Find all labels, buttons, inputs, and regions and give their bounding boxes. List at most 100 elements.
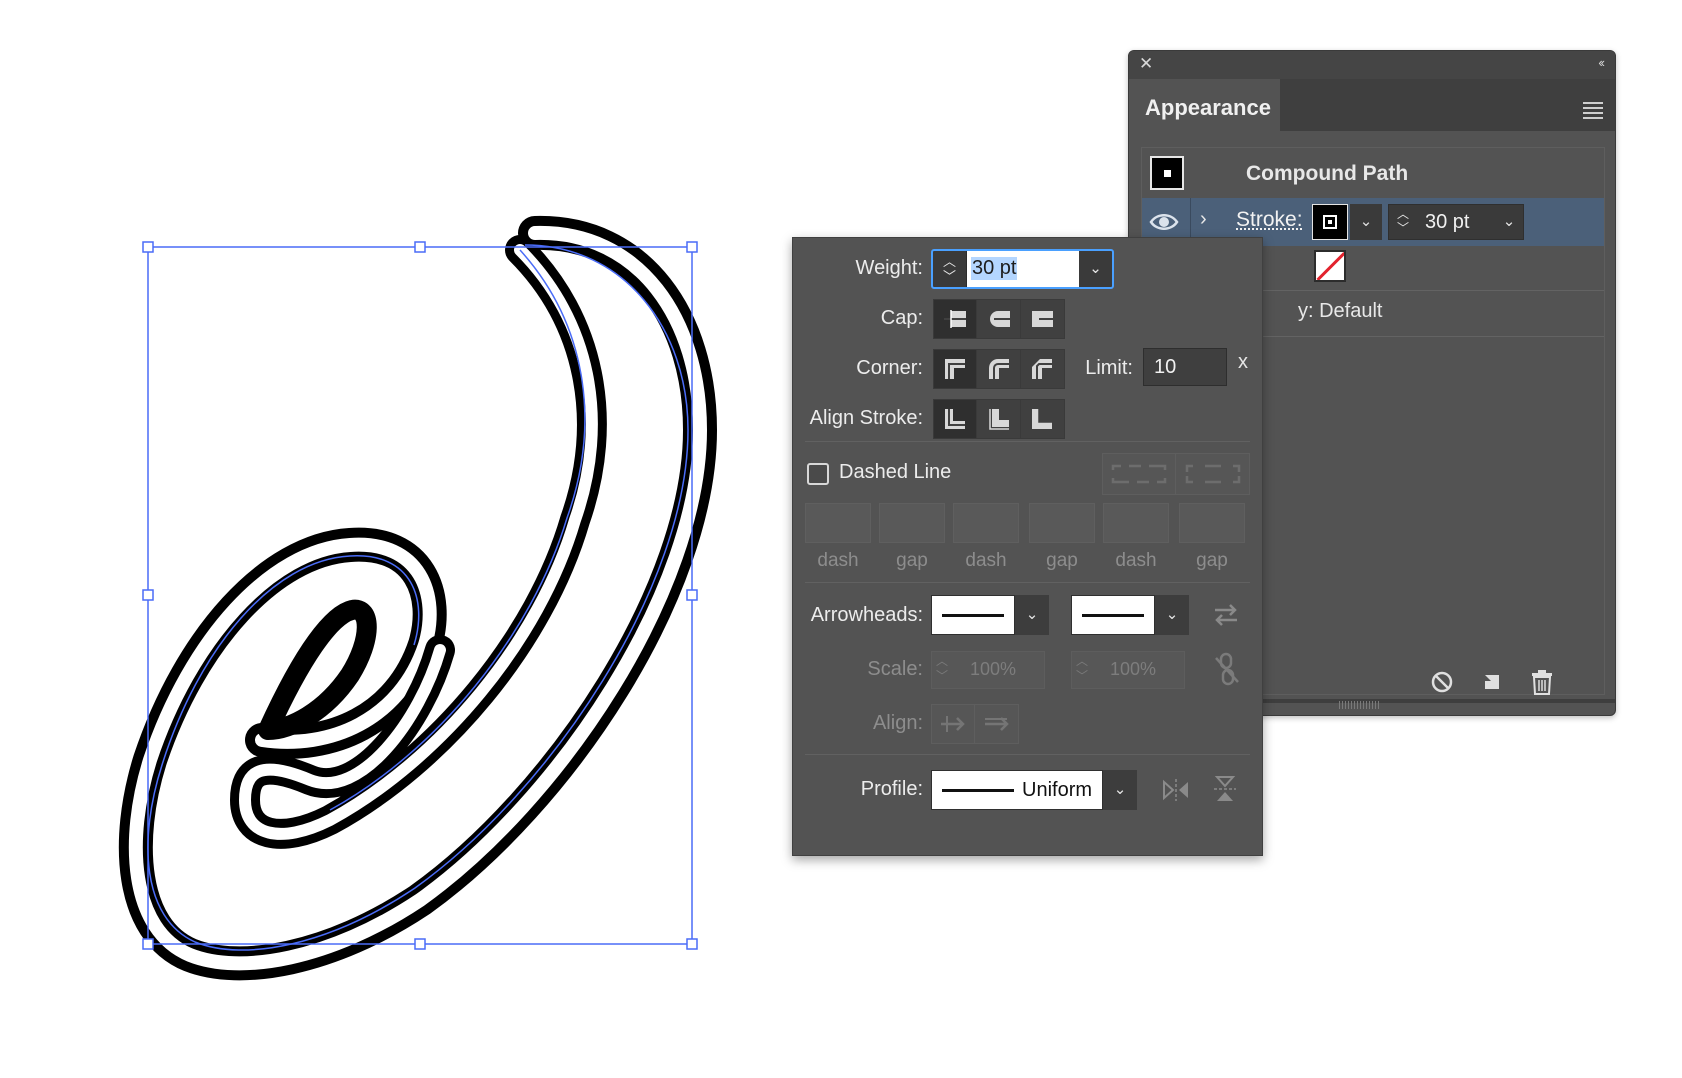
stroke-link-label[interactable]: Stroke: <box>1236 208 1303 232</box>
weight-input[interactable]: 30 pt <box>967 251 1079 287</box>
align-center-icon <box>945 409 966 429</box>
dash-label: dash <box>1115 550 1157 571</box>
miter-join-button[interactable] <box>934 350 978 388</box>
weight-field[interactable]: ︿ ﹀ 30 pt ⌄ <box>931 249 1114 289</box>
swap-arrowheads-icon[interactable] <box>1211 600 1241 630</box>
align-outside-button[interactable] <box>1021 400 1064 438</box>
gap-input-3[interactable] <box>1179 503 1245 543</box>
gap-label: gap <box>1196 550 1228 571</box>
dash-input-3[interactable] <box>1103 503 1169 543</box>
profile-value[interactable]: Uniform <box>1022 779 1092 802</box>
scale-label: Scale: <box>867 658 923 680</box>
projecting-cap-icon <box>1032 311 1054 327</box>
dash-input-1[interactable] <box>805 503 871 543</box>
cap-button-group <box>933 299 1065 339</box>
handle-top-right <box>686 241 698 253</box>
place-arrow-button[interactable] <box>975 705 1018 743</box>
handle-bottom-right <box>686 938 698 950</box>
profile-select[interactable]: Uniform <box>931 770 1103 810</box>
chevron-down-icon[interactable]: ⌄ <box>1103 770 1137 810</box>
chevron-right-icon[interactable]: › <box>1200 208 1207 231</box>
stroke-weight-field[interactable]: ︿ ﹀ 30 pt ⌄ <box>1388 204 1524 240</box>
flip-along-icon[interactable] <box>1161 776 1191 804</box>
limit-label: Limit: <box>1085 357 1133 379</box>
cap-label: Cap: <box>880 307 923 329</box>
start-scale-field[interactable]: ︿ ﹀ 100% <box>931 651 1045 689</box>
limit-suffix: x <box>1238 351 1248 373</box>
chevron-down-icon[interactable]: ⌄ <box>1350 204 1382 240</box>
align-outside-icon <box>1032 409 1053 429</box>
stepper-icon[interactable]: ︿ ﹀ <box>936 654 948 684</box>
stepper-icon[interactable]: ︿ ﹀ <box>1076 654 1088 684</box>
chevron-down-icon[interactable]: ⌄ <box>1079 251 1112 287</box>
tab-label: Appearance <box>1145 95 1271 120</box>
compound-path-artwork[interactable] <box>118 215 717 981</box>
dashed-line-label[interactable]: Dashed Line <box>839 461 951 484</box>
start-scale-value[interactable]: 100% <box>970 659 1016 680</box>
handle-top-left <box>142 241 154 253</box>
stepper-icon[interactable]: ︿ ﹀ <box>1395 207 1411 235</box>
dash-label: dash <box>817 550 859 571</box>
start-arrowhead-select[interactable] <box>931 595 1015 635</box>
chevron-down-icon[interactable]: ⌄ <box>1493 205 1525 239</box>
extend-arrow-button[interactable] <box>932 705 976 743</box>
dashed-line-checkbox[interactable] <box>807 463 829 485</box>
align-stroke-label: Align Stroke: <box>809 407 923 429</box>
butt-cap-button[interactable] <box>934 300 978 338</box>
align-dash-corners-icon <box>1185 464 1240 484</box>
stroke-options-popover: Weight: ︿ ﹀ 30 pt ⌄ Cap: Corner: Limit: … <box>792 237 1263 856</box>
dash-label: dash <box>965 550 1007 571</box>
preserve-dash-button[interactable] <box>1103 454 1176 494</box>
butt-cap-icon <box>944 310 967 328</box>
panel-titlebar[interactable] <box>1129 51 1615 79</box>
fill-none-swatch[interactable] <box>1314 250 1346 282</box>
round-cap-icon <box>989 311 1010 327</box>
handle-middle-right <box>686 589 698 601</box>
gap-label: gap <box>1046 550 1078 571</box>
resize-grip-icon[interactable] <box>1339 701 1379 709</box>
round-cap-button[interactable] <box>977 300 1021 338</box>
gap-input-2[interactable] <box>1029 503 1095 543</box>
close-icon[interactable]: ✕ <box>1139 54 1153 74</box>
end-scale-field[interactable]: ︿ ﹀ 100% <box>1071 651 1185 689</box>
panel-menu-icon[interactable] <box>1583 99 1603 122</box>
handle-bottom-middle <box>414 938 426 950</box>
weight-stepper-icon[interactable]: ︿ ﹀ <box>933 251 967 287</box>
arrowheads-label: Arrowheads: <box>810 604 923 626</box>
align-inside-button[interactable] <box>977 400 1021 438</box>
align-dash-corners-button[interactable] <box>1176 454 1249 494</box>
opacity-row-label[interactable]: y: Default <box>1298 300 1382 323</box>
gap-label: gap <box>896 550 928 571</box>
weight-value[interactable]: 30 pt <box>971 257 1018 280</box>
chevron-down-icon[interactable]: ⌄ <box>1155 595 1189 635</box>
arrow-align-group <box>931 704 1019 744</box>
align-center-button[interactable] <box>934 400 978 438</box>
unlink-scale-icon[interactable] <box>1213 652 1241 686</box>
handle-middle-left <box>142 589 154 601</box>
eye-icon[interactable] <box>1148 208 1180 236</box>
weight-label: Weight: <box>855 257 923 279</box>
place-arrow-icon <box>984 717 1009 731</box>
handle-bottom-left <box>142 938 154 950</box>
tab-appearance[interactable]: Appearance <box>1129 79 1280 131</box>
duplicate-item-icon[interactable] <box>1479 669 1505 695</box>
limit-value[interactable]: 10 <box>1154 356 1176 379</box>
flip-across-icon[interactable] <box>1211 774 1239 804</box>
chevron-down-icon[interactable]: ⌄ <box>1015 595 1049 635</box>
gap-input-1[interactable] <box>879 503 945 543</box>
stroke-weight-value[interactable]: 30 pt <box>1425 211 1469 234</box>
end-arrowhead-select[interactable] <box>1071 595 1155 635</box>
stroke-color-swatch[interactable] <box>1312 204 1348 240</box>
delete-item-icon[interactable] <box>1529 668 1555 696</box>
extend-arrow-icon <box>941 716 965 732</box>
projecting-cap-button[interactable] <box>1021 300 1064 338</box>
end-scale-value[interactable]: 100% <box>1110 659 1156 680</box>
dash-input-2[interactable] <box>953 503 1019 543</box>
divider <box>805 754 1250 755</box>
align-inside-icon <box>988 409 1009 430</box>
divider <box>805 582 1250 583</box>
collapse-panel-icon[interactable]: ‹‹ <box>1598 55 1605 70</box>
miter-limit-field[interactable]: 10 <box>1143 348 1227 386</box>
clear-appearance-icon[interactable] <box>1429 669 1455 695</box>
align-arrows-label: Align: <box>872 712 923 734</box>
